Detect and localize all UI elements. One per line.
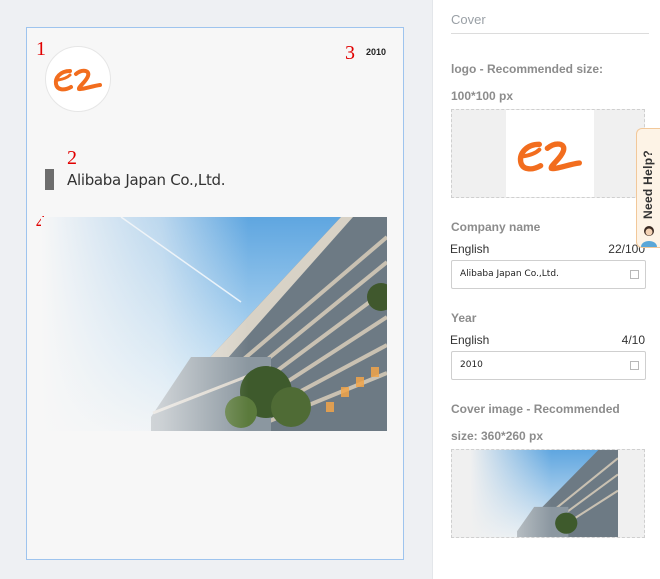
cover-image-upload[interactable]: [451, 449, 645, 538]
divider: [451, 33, 649, 34]
alibaba-logo-icon: [53, 68, 102, 92]
company-name-label: Company name: [451, 220, 541, 234]
year-counter: 4/10: [621, 333, 645, 347]
logo-size-label: 100*100 px: [451, 89, 514, 103]
cover-size-label: size: 360*260 px: [451, 429, 544, 443]
logo-thumbnail: [506, 110, 594, 197]
cover-preview: 1 3 2 4 2010 Alibaba Japan Co.,Ltd.: [26, 27, 404, 560]
panel-title: Cover: [451, 12, 486, 27]
building-photo: [41, 217, 387, 431]
preview-company-name[interactable]: Alibaba Japan Co.,Ltd.: [67, 171, 226, 189]
alibaba-logo-icon: [517, 141, 582, 172]
marker-2: 2: [67, 147, 77, 169]
cover-thumbnail: [470, 450, 618, 537]
need-help-label: Need Help?: [641, 149, 655, 219]
support-avatar-icon: [641, 226, 657, 247]
need-help-tab[interactable]: Need Help?: [636, 128, 660, 248]
year-label: Year: [451, 311, 477, 325]
company-name-value: Alibaba Japan Co.,Ltd.: [460, 269, 559, 279]
logo-upload[interactable]: [451, 109, 645, 198]
year-lang-label: English: [450, 333, 490, 347]
preview-logo[interactable]: [45, 46, 111, 112]
settings-panel: Cover logo - Recommended size: 100*100 p…: [432, 0, 660, 579]
preview-year[interactable]: 2010: [366, 47, 386, 57]
year-value: 2010: [460, 360, 483, 370]
cover-image-label: Cover image - Recommended: [451, 402, 620, 416]
company-name-bar: [45, 169, 54, 190]
year-checkbox[interactable]: [630, 361, 639, 370]
year-input[interactable]: 2010: [451, 351, 646, 380]
company-name-input[interactable]: Alibaba Japan Co.,Ltd.: [451, 260, 646, 289]
preview-cover-image[interactable]: [41, 217, 387, 431]
marker-3: 3: [345, 42, 355, 64]
marker-1: 1: [36, 38, 46, 60]
company-checkbox[interactable]: [630, 270, 639, 279]
company-lang-label: English: [450, 242, 490, 256]
logo-label: logo - Recommended size:: [451, 62, 604, 76]
